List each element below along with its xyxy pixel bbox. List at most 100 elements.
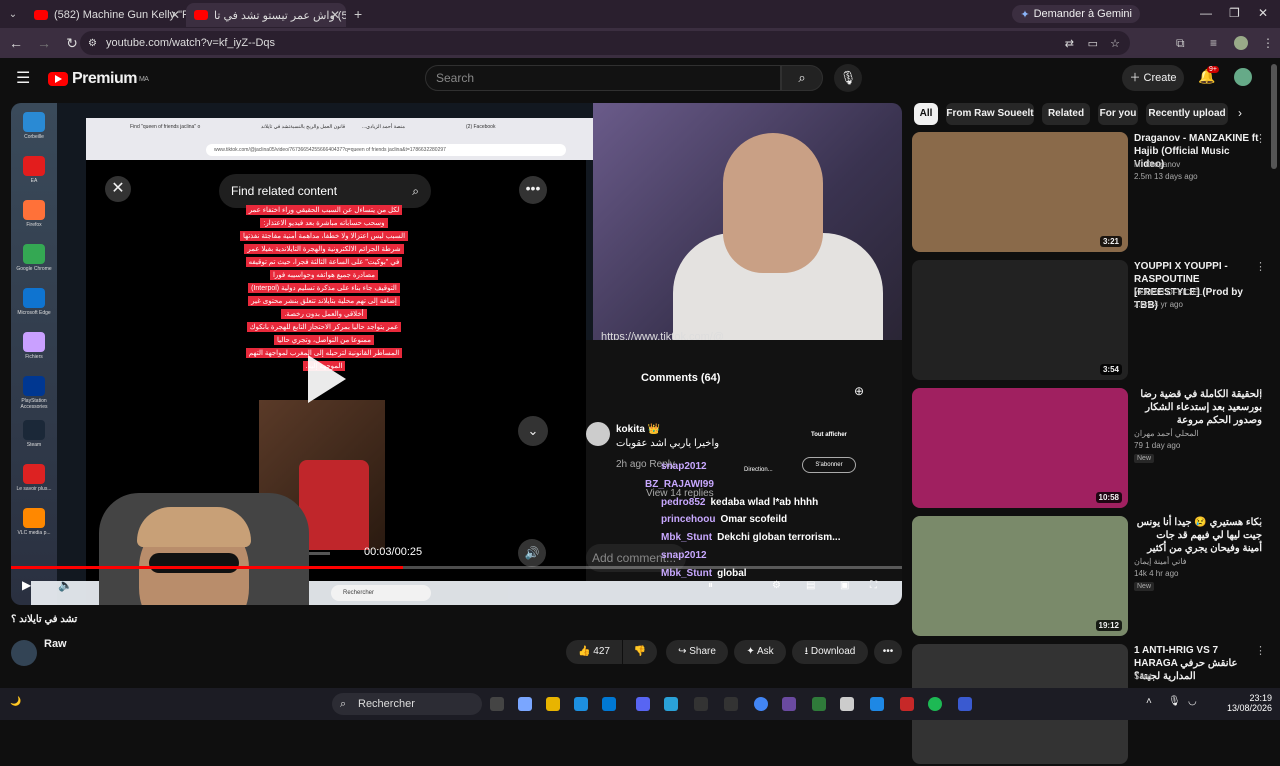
app-icon[interactable]	[900, 697, 914, 711]
recommended-title[interactable]: الحقيقة الكاملة في قضية رضا بورسعيد بعد …	[1134, 388, 1262, 427]
channel-avatar[interactable]	[11, 640, 37, 666]
new-tab-icon[interactable]: +	[354, 6, 362, 22]
task-view-icon[interactable]	[490, 697, 504, 711]
file-explorer-icon[interactable]	[546, 697, 560, 711]
copilot-icon[interactable]	[518, 697, 532, 711]
store-icon[interactable]	[602, 697, 616, 711]
tab-search-icon[interactable]: ⌄	[0, 9, 26, 20]
search-button[interactable]: ⌕	[781, 65, 823, 91]
hamburger-menu-icon[interactable]: ☰	[16, 68, 30, 88]
recommended-video[interactable]: 19:12 بكاء هستيري 😢 جيدا أنا يونس جيت ليه…	[912, 516, 1266, 638]
close-window-icon[interactable]: ✕	[1258, 6, 1268, 20]
close-tab-icon[interactable]: ✕	[330, 8, 340, 22]
recommended-video[interactable]: 3:54 YOUPPI X YOUPPI - RASPOUTINE [FREEST…	[912, 260, 1266, 382]
video-menu-icon[interactable]: ⋮	[1255, 132, 1266, 145]
account-avatar[interactable]	[1234, 68, 1252, 86]
chip-for-you[interactable]: For you	[1098, 103, 1138, 125]
fullscreen-icon[interactable]: ⛶	[870, 580, 877, 591]
video-menu-icon[interactable]: ⋮	[1255, 644, 1266, 657]
download-button[interactable]: ⭳ Download	[792, 640, 868, 664]
reading-list-icon[interactable]: ≡	[1210, 36, 1217, 50]
site-info-icon[interactable]: ⚙	[88, 38, 97, 49]
recommended-channel[interactable]: Sawt	[1134, 672, 1152, 681]
maximize-icon[interactable]: ❐	[1229, 6, 1240, 20]
chip-recently-uploaded[interactable]: Recently upload	[1146, 103, 1228, 125]
play-pause-icon[interactable]: ▶	[22, 578, 31, 592]
chips-next-icon[interactable]: ›	[1238, 106, 1242, 120]
recommended-channel[interactable]: المحلي أحمد مهران	[1134, 429, 1199, 438]
edge-icon[interactable]	[574, 697, 588, 711]
youtube-logo[interactable]: Premium MA	[48, 70, 149, 88]
recommended-video[interactable]: 10:58 الحقيقة الكاملة في قضية رضا بورسعيد…	[912, 388, 1266, 510]
windows-taskbar: 🌙 ⌕ Rechercher ˄ 🎙 ◡ 23:19 13/08/2026	[0, 688, 1280, 720]
channel-name[interactable]: Raw	[44, 638, 67, 650]
like-button[interactable]: 👍 427	[566, 640, 622, 664]
app-icon[interactable]	[840, 697, 854, 711]
recommended-video[interactable]: 3:21 Draganov - MANZAKINE ft Hajib (Offic…	[912, 132, 1266, 254]
search-input[interactable]: Search	[425, 65, 781, 91]
chip-from-channel[interactable]: From Raw Soueelt	[946, 103, 1034, 125]
video-thumbnail[interactable]: 19:12	[912, 516, 1128, 636]
spotify-icon[interactable]	[928, 697, 942, 711]
gemini-button[interactable]: ✦ Demander à Gemini	[1012, 5, 1140, 23]
page-scrollbar[interactable]	[1271, 64, 1277, 169]
app-icon[interactable]	[782, 697, 796, 711]
more-actions-button[interactable]: •••	[874, 640, 902, 664]
mic-tray-icon[interactable]: 🎙	[1168, 696, 1181, 707]
extensions-icon[interactable]: ⧉	[1176, 36, 1185, 51]
video-thumbnail[interactable]: 3:54	[912, 260, 1128, 380]
dislike-button[interactable]: 👎	[623, 640, 657, 664]
tray-chevron-icon[interactable]: ˄	[1146, 696, 1152, 707]
voice-search-button[interactable]: 🎙	[834, 64, 862, 92]
taskbar-search-input[interactable]: ⌕ Rechercher	[332, 693, 482, 715]
browser-tab-1[interactable]: (582) Machine Gun Kelly "Rap D ✕	[26, 3, 186, 27]
wifi-icon[interactable]: ◡	[1188, 696, 1197, 707]
url-field[interactable]: ⚙ youtube.com/watch?v=kf_iyZ--Dqs ⇄ ▭ ☆	[80, 31, 1130, 55]
translate-icon[interactable]: ⇄	[1065, 37, 1074, 50]
recommended-channel[interactable]: Mr Draganov	[1134, 160, 1180, 169]
volume-icon[interactable]: 🔈	[58, 578, 73, 592]
desktop-app-icon	[23, 332, 45, 352]
video-thumbnail[interactable]: 10:58	[912, 388, 1128, 508]
chip-related[interactable]: Related	[1042, 103, 1090, 125]
cast-icon[interactable]: ▭	[1088, 37, 1098, 50]
app-icon[interactable]	[694, 697, 708, 711]
chrome-icon[interactable]	[754, 697, 768, 711]
chip-all[interactable]: All	[914, 103, 938, 125]
weather-icon[interactable]: 🌙	[10, 696, 21, 707]
app-icon[interactable]	[870, 697, 884, 711]
minimize-icon[interactable]: —	[1200, 6, 1212, 20]
subtitles-icon[interactable]: ▤	[806, 580, 815, 591]
ask-button[interactable]: ✦ Ask	[734, 640, 786, 664]
browser-menu-icon[interactable]: ⋮	[1262, 36, 1274, 50]
browser-tab-2[interactable]: (582) واش عمر تيستو تشد في تا ✕	[186, 3, 346, 27]
video-menu-icon[interactable]: ⋮	[1255, 388, 1266, 401]
app-icon[interactable]	[664, 697, 678, 711]
settings-gear-icon[interactable]: ⚙	[772, 580, 781, 591]
app-icon[interactable]	[812, 697, 826, 711]
close-tab-icon[interactable]: ✕	[170, 8, 180, 22]
create-button[interactable]: ＋ Create	[1122, 65, 1184, 91]
new-badge: New	[1134, 454, 1155, 463]
share-button[interactable]: ↪ Share	[666, 640, 728, 664]
video-menu-icon[interactable]: ⋮	[1255, 260, 1266, 273]
forward-icon[interactable]: →	[32, 35, 56, 51]
app-icon[interactable]	[724, 697, 738, 711]
inner-tab: قانون العمل والربح بالنسبة...	[286, 124, 346, 130]
back-icon[interactable]: ←	[4, 35, 28, 51]
pause-small-icon[interactable]: ⏸	[708, 580, 713, 591]
recommended-channel[interactable]: YOUPPI OFFICIEL	[1134, 288, 1202, 297]
video-thumbnail[interactable]: 3:21	[912, 132, 1128, 252]
app-icon[interactable]	[958, 697, 972, 711]
miniplayer-icon[interactable]: ▣	[840, 580, 849, 591]
recommended-title[interactable]: بكاء هستيري 😢 جيدا أنا يونس جيت ليها لي …	[1134, 516, 1262, 555]
video-menu-icon[interactable]: ⋮	[1255, 516, 1266, 529]
recommended-title[interactable]: 1 ANTI-HRIG VS 7 HARAGA عانقش حرفي المدا…	[1134, 644, 1262, 683]
clock[interactable]: 23:19 13/08/2026	[1214, 693, 1272, 713]
video-progress-bar[interactable]	[11, 566, 902, 569]
recommended-channel[interactable]: فاتي أمينة إيمان	[1134, 557, 1187, 566]
video-player[interactable]: Find "queen of friends jaclina" o تشد في…	[11, 103, 902, 605]
discord-icon[interactable]	[636, 697, 650, 711]
bookmark-star-icon[interactable]: ☆	[1110, 37, 1120, 50]
profile-avatar-icon[interactable]	[1234, 36, 1248, 50]
